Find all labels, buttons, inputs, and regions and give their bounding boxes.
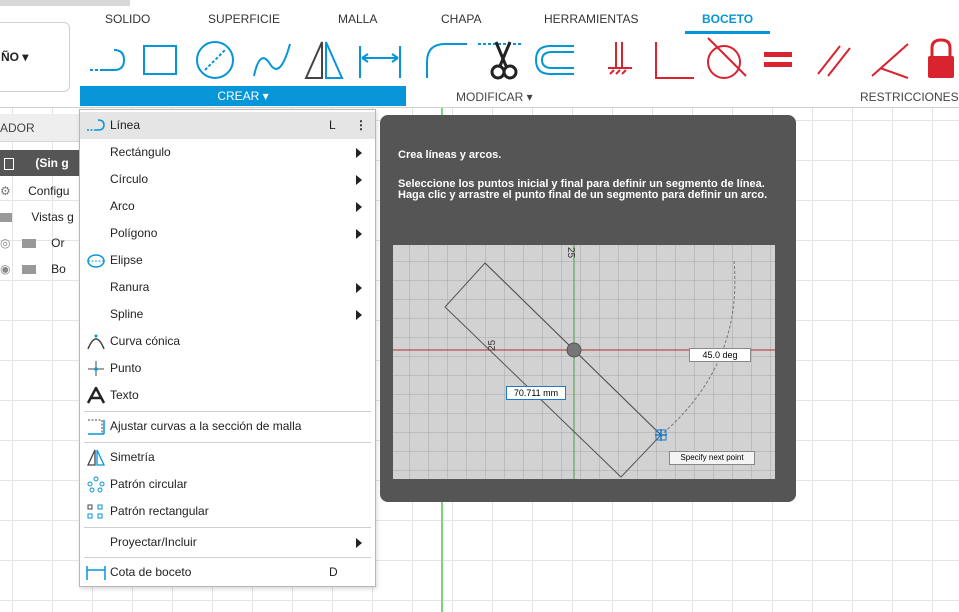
crear-dropdown-menu: Línea L ⋮ Rectángulo Círculo Arco Polígo… — [79, 109, 376, 587]
component-icon — [4, 157, 14, 170]
menu-item-arco[interactable]: Arco — [80, 193, 375, 220]
menu-item-linea[interactable]: Línea L ⋮ — [80, 112, 375, 139]
text-icon — [86, 387, 106, 404]
browser-row-bodies[interactable]: ◉ Bo — [0, 256, 82, 282]
line-icon[interactable] — [88, 40, 128, 80]
menu-item-circulo[interactable]: Círculo — [80, 166, 375, 193]
folder-icon — [0, 213, 12, 223]
tooltip-panel: Crea líneas y arcos. Seleccione los punt… — [380, 115, 796, 502]
browser-row-config[interactable]: ⚙ Configu — [0, 178, 82, 204]
eye-hidden-icon[interactable]: ◎ — [0, 236, 10, 250]
menu-item-punto[interactable]: Punto — [80, 355, 375, 382]
folder-icon — [21, 265, 36, 275]
tooltip-illustration: 25 25 30 70.711 mm 45.0 deg Specify next… — [393, 245, 775, 479]
dimension-label-left: 25 — [487, 339, 498, 351]
equal-constraint-icon[interactable] — [762, 48, 796, 72]
fillet-icon[interactable] — [423, 38, 471, 82]
perpendicular-constraint-icon[interactable] — [648, 38, 698, 82]
point-icon — [88, 361, 104, 376]
tooltip-title: Crea líneas y arcos. — [398, 149, 502, 161]
menu-item-simetria[interactable]: Simetría — [80, 444, 375, 471]
fix-constraint-icon[interactable] — [600, 38, 640, 82]
offset-icon[interactable] — [530, 38, 578, 82]
gear-icon: ⚙ — [0, 184, 11, 198]
toolbar: ÑO ▾ SOLIDO SUPERFICIE MALLA CHAPA HERRA… — [0, 0, 959, 108]
submenu-arrow-icon — [356, 148, 362, 158]
menu-item-cota-de-boceto[interactable]: Cota de boceto D — [80, 559, 375, 586]
line-icon — [87, 119, 105, 131]
trim-scissors-icon[interactable] — [476, 36, 526, 84]
menu-item-elipse[interactable]: Elipse — [80, 247, 375, 274]
menu-item-texto[interactable]: Texto — [80, 382, 375, 409]
conic-curve-icon — [87, 334, 105, 350]
spline-icon[interactable] — [250, 38, 294, 82]
circle-icon[interactable] — [193, 38, 237, 82]
rectangle-icon[interactable] — [140, 40, 180, 80]
rectangular-pattern-icon — [87, 504, 103, 519]
circular-pattern-icon — [87, 476, 105, 493]
design-workspace-label: ÑO ▾ — [1, 50, 29, 64]
menu-item-ranura[interactable]: Ranura — [80, 274, 375, 301]
browser-row-views[interactable]: Vistas g — [0, 204, 82, 230]
lock-icon[interactable] — [924, 36, 959, 82]
menu-separator — [84, 442, 371, 443]
ellipse-icon — [87, 254, 105, 268]
dimension-label-top: 25 — [565, 247, 576, 259]
modificar-dropdown-button[interactable]: MODIFICAR ▾ — [456, 90, 533, 104]
folder-icon — [21, 239, 36, 249]
tab-solido[interactable]: SOLIDO — [105, 12, 150, 26]
tab-malla[interactable]: MALLA — [338, 12, 377, 26]
next-point-prompt: Specify next point — [669, 451, 755, 465]
line-tool-illustration — [393, 245, 775, 479]
menu-item-poligono[interactable]: Polígono — [80, 220, 375, 247]
sketch-dimension-tool-icon[interactable] — [356, 38, 404, 82]
browser-row-origin[interactable]: ◎ Or — [0, 230, 82, 256]
more-options-icon[interactable]: ⋮ — [355, 112, 367, 139]
menu-item-proyectar-incluir[interactable]: Proyectar/Incluir — [80, 529, 375, 556]
tab-superficie[interactable]: SUPERFICIE — [208, 12, 280, 26]
menu-item-patron-rectangular[interactable]: Patrón rectangular — [80, 498, 375, 525]
browser-header: ADOR — [0, 114, 82, 142]
menu-item-patron-circular[interactable]: Patrón circular — [80, 471, 375, 498]
menu-item-curva-conica[interactable]: Curva cónica — [80, 328, 375, 355]
menu-separator — [84, 557, 371, 558]
menu-separator — [84, 411, 371, 412]
tab-chapa[interactable]: CHAPA — [441, 12, 481, 26]
browser-row-root[interactable]: (Sin g — [0, 150, 82, 176]
crear-dropdown-button[interactable]: CREAR ▾ — [80, 86, 406, 106]
mirror-tool-icon[interactable] — [302, 38, 346, 82]
tab-herramientas[interactable]: HERRAMIENTAS — [544, 12, 638, 26]
menu-item-spline[interactable]: Spline — [80, 301, 375, 328]
eye-icon[interactable]: ◉ — [0, 262, 10, 276]
submenu-arrow-icon — [356, 310, 362, 320]
mirror-icon — [86, 449, 106, 466]
tangent-constraint-icon[interactable] — [702, 34, 752, 84]
submenu-arrow-icon — [356, 538, 362, 548]
menu-item-ajustar-curvas[interactable]: Ajustar curvas a la sección de malla — [80, 413, 375, 440]
dimension-length-input: 70.711 mm — [506, 386, 566, 400]
parallel-constraint-icon[interactable] — [814, 38, 854, 82]
fit-curves-icon — [88, 419, 105, 435]
browser-panel: ADOR (Sin g ⚙ Configu Vistas g ◎ Or ◉ Bo — [0, 114, 82, 304]
collinear-constraint-icon[interactable] — [868, 38, 912, 82]
submenu-arrow-icon — [356, 283, 362, 293]
dimension-angle-input: 45.0 deg — [689, 348, 751, 362]
sketch-dimension-icon — [86, 566, 106, 580]
submenu-arrow-icon — [356, 175, 362, 185]
tooltip-body: Seleccione los puntos inicial y final pa… — [398, 178, 768, 201]
restricciones-dropdown-button[interactable]: RESTRICCIONES — [860, 90, 959, 104]
top-strip — [0, 0, 130, 6]
menu-separator — [84, 527, 371, 528]
submenu-arrow-icon — [356, 202, 362, 212]
tab-boceto[interactable]: BOCETO — [702, 12, 753, 26]
design-workspace-button[interactable]: ÑO ▾ — [0, 22, 70, 92]
submenu-arrow-icon — [356, 229, 362, 239]
menu-item-rectangulo[interactable]: Rectángulo — [80, 139, 375, 166]
